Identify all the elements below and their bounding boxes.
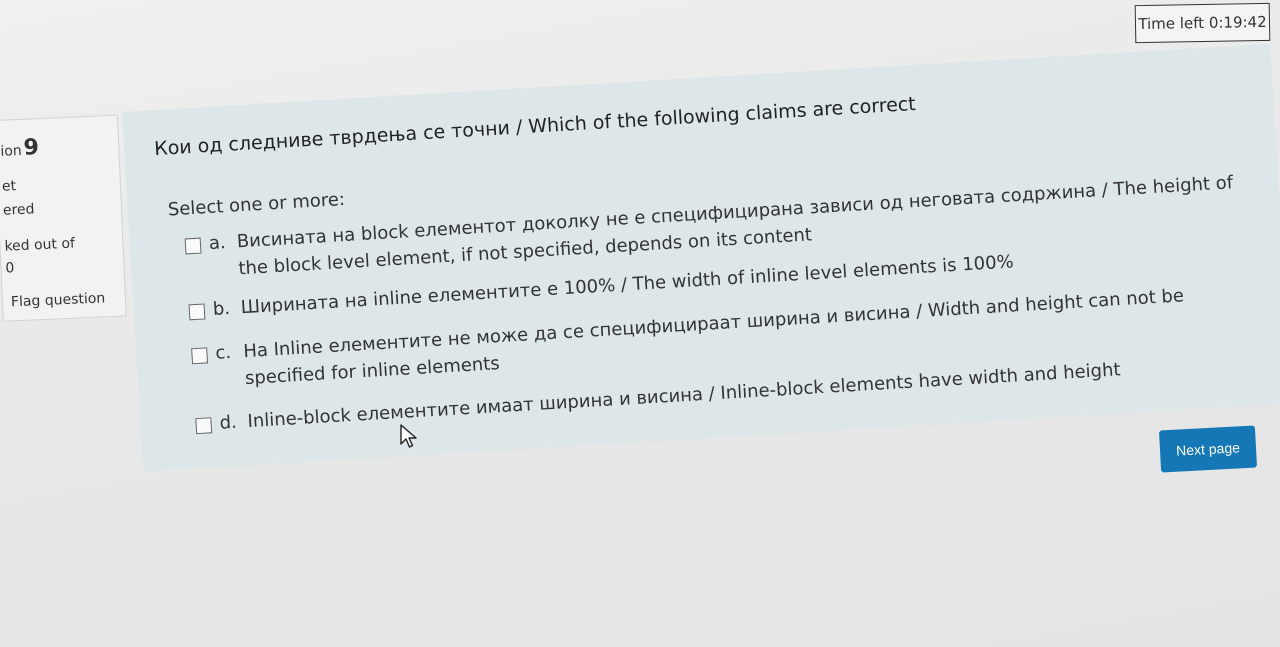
- mouse-pointer-icon: [400, 424, 417, 448]
- option-b-letter: b.: [212, 297, 231, 320]
- select-prompt: Select one or more:: [167, 188, 346, 221]
- question-info-panel: ion9 et ered ked out of 0 Flag question: [0, 114, 127, 322]
- option-a-checkbox[interactable]: [184, 237, 202, 255]
- status-line-2: ered: [2, 201, 35, 219]
- question-text: Кои од следниве тврдења се точни / Which…: [153, 92, 917, 161]
- option-c-letter: c.: [214, 341, 232, 364]
- option-c-checkbox[interactable]: [191, 347, 209, 365]
- question-number: 9: [23, 135, 40, 161]
- option-b-checkbox[interactable]: [188, 303, 206, 321]
- time-left: Time left 0:19:42: [1134, 2, 1271, 44]
- question-prefix: ion: [0, 142, 23, 160]
- quiz-page: Time left 0:19:42 ion9 et ered ked out o…: [0, 0, 1280, 647]
- flag-question-link[interactable]: Flag question: [11, 290, 106, 310]
- question-box: Кои од следниве тврдења се точни / Which…: [122, 43, 1280, 472]
- marks-line-2: 0: [5, 260, 15, 277]
- question-number-label: ion9: [0, 135, 39, 162]
- next-page-button[interactable]: Next page: [1158, 425, 1258, 473]
- option-d-letter: d.: [219, 411, 238, 434]
- option-d-checkbox[interactable]: [195, 417, 213, 435]
- option-a-letter: a.: [208, 232, 227, 255]
- marks-line-1: ked out of: [4, 235, 76, 255]
- status-line-1: et: [1, 178, 17, 195]
